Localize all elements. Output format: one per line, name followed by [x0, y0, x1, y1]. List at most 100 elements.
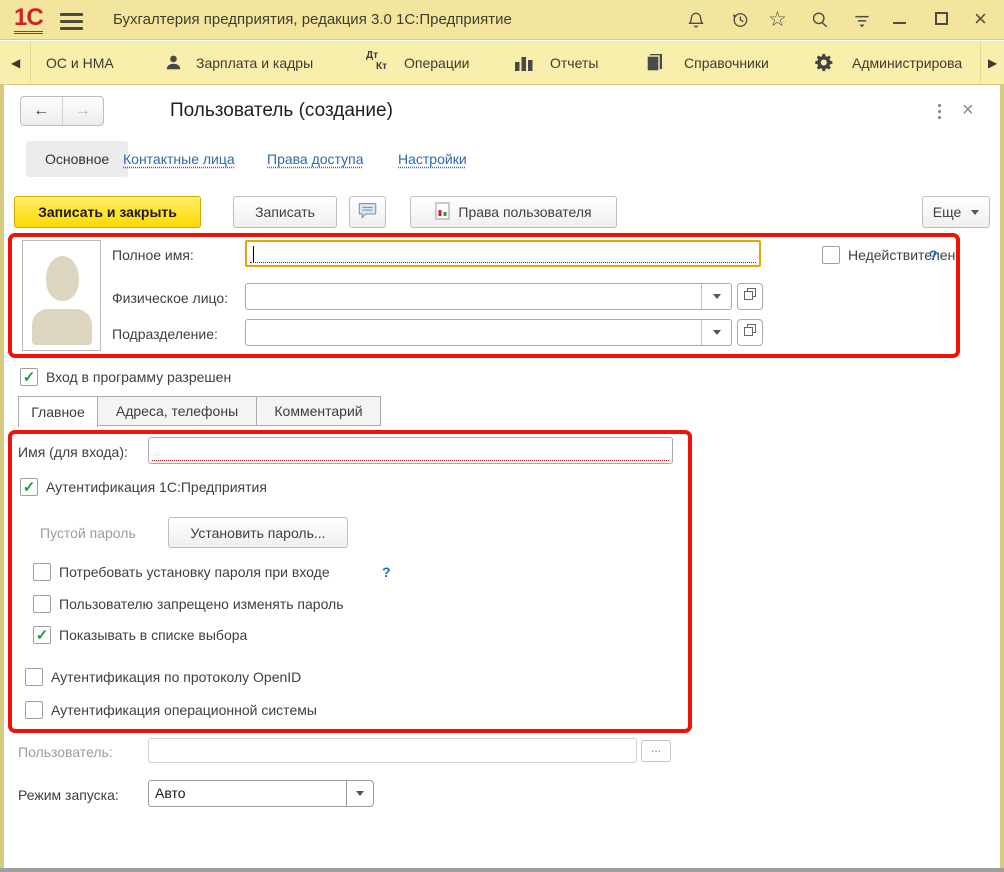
user-rights-button[interactable]: Права пользователя: [410, 196, 617, 228]
back-button[interactable]: ←: [21, 97, 62, 125]
tab-settings[interactable]: Настройки: [398, 141, 467, 177]
department-label: Подразделение:: [112, 326, 218, 342]
window-border: [1000, 85, 1004, 872]
show-in-list-label: Показывать в списке выбора: [59, 627, 247, 643]
os-user-input: [148, 738, 637, 763]
favorites-star-icon[interactable]: ☆: [768, 9, 787, 30]
checkbox-forbid-password-change[interactable]: [33, 595, 51, 613]
gear-icon: [814, 52, 835, 78]
section-salary-hr[interactable]: Зарплата и кадры: [196, 41, 313, 85]
checkbox-os-auth[interactable]: [25, 701, 43, 719]
person-open-button[interactable]: [737, 283, 763, 310]
app-logo-1c: 1С: [14, 5, 43, 34]
openid-auth-label: Аутентификация по протоколу OpenID: [51, 669, 301, 685]
checkbox-openid-auth[interactable]: [25, 668, 43, 686]
checkbox-invalid[interactable]: [822, 246, 840, 264]
app-window: 1С Бухгалтерия предприятия, редакция 3.0…: [0, 0, 1004, 872]
required-marker: [250, 262, 756, 263]
checkbox-auth-1c[interactable]: ✓: [20, 478, 38, 496]
section-operations[interactable]: Операции: [404, 41, 470, 85]
discussion-button[interactable]: [349, 196, 386, 228]
nav-scroll-right-icon[interactable]: ▶: [988, 41, 997, 85]
minimize-icon[interactable]: [893, 22, 906, 24]
chevron-down-icon: [971, 210, 979, 215]
invalid-label: Недействителен: [848, 247, 955, 263]
report-icon: [435, 202, 450, 223]
login-allowed-label: Вход в программу разрешен: [46, 369, 231, 385]
full-name-label: Полное имя:: [112, 247, 194, 263]
person-label: Физическое лицо:: [112, 290, 228, 306]
history-nav-group: ← →: [20, 96, 104, 126]
chat-bubble-icon: [357, 201, 378, 223]
dtkt-icon: Дт Кт: [366, 50, 392, 76]
person-dropdown-button[interactable]: [701, 284, 731, 309]
tab-contact-persons[interactable]: Контактные лица: [123, 141, 235, 177]
forward-button[interactable]: →: [62, 97, 103, 125]
section-administration[interactable]: Администрирова: [852, 41, 980, 85]
chevron-down-icon: [356, 791, 364, 796]
auth-1c-label: Аутентификация 1С:Предприятия: [46, 479, 267, 495]
save-and-close-button[interactable]: Записать и закрыть: [14, 196, 201, 228]
help-link[interactable]: ?: [382, 564, 391, 580]
set-password-button[interactable]: Установить пароль...: [168, 517, 348, 548]
page-title: Пользователь (создание): [170, 100, 393, 122]
books-icon: [642, 52, 664, 79]
main-menu-icon[interactable]: [60, 9, 83, 34]
launch-mode-select[interactable]: Авто: [148, 780, 347, 807]
open-in-window-icon: [743, 323, 757, 342]
department-combo-input[interactable]: [245, 319, 732, 346]
forbid-password-change-label: Пользователю запрещено изменять пароль: [59, 596, 344, 612]
maximize-icon[interactable]: [935, 12, 948, 25]
chevron-down-icon: [713, 294, 721, 299]
form-close-icon[interactable]: ×: [962, 100, 974, 120]
user-avatar[interactable]: [22, 240, 101, 351]
login-name-label: Имя (для входа):: [18, 444, 128, 460]
empty-password-label: Пустой пароль: [40, 525, 136, 541]
section-reports[interactable]: Отчеты: [550, 41, 598, 85]
notifications-bell-icon[interactable]: [684, 8, 708, 32]
history-icon[interactable]: [728, 8, 752, 32]
more-button[interactable]: Еще: [922, 196, 990, 228]
subtab-main[interactable]: Главное: [18, 396, 98, 427]
section-os-nma[interactable]: ОС и НМА: [46, 41, 114, 85]
person-combo-input[interactable]: [245, 283, 732, 310]
annotation-box-auth: [8, 430, 692, 733]
department-open-button[interactable]: [737, 319, 763, 346]
chevron-down-icon: [713, 330, 721, 335]
department-dropdown-button[interactable]: [701, 320, 731, 345]
window-border: [0, 868, 1004, 872]
launch-mode-dropdown-button[interactable]: [346, 780, 374, 807]
checkbox-show-in-list[interactable]: ✓: [33, 626, 51, 644]
save-button[interactable]: Записать: [233, 196, 337, 228]
search-icon[interactable]: [808, 8, 832, 32]
quick-actions-icon[interactable]: [850, 8, 874, 32]
tab-access-rights[interactable]: Права доступа: [267, 141, 363, 177]
window-close-icon[interactable]: ×: [974, 8, 987, 30]
person-icon: [164, 53, 183, 77]
subtab-addresses[interactable]: Адреса, телефоны: [97, 396, 257, 426]
divider: [980, 41, 981, 85]
tab-main[interactable]: Основное: [26, 141, 128, 177]
required-marker: [152, 460, 669, 461]
text-cursor: [253, 246, 254, 263]
section-directories[interactable]: Справочники: [684, 41, 769, 85]
open-in-window-icon: [743, 287, 757, 306]
checkbox-login-allowed[interactable]: ✓: [20, 368, 38, 386]
os-auth-label: Аутентификация операционной системы: [51, 702, 317, 718]
nav-scroll-left-icon[interactable]: ◀: [11, 41, 20, 85]
bar-chart-icon: [514, 54, 534, 77]
os-user-browse-button[interactable]: ...: [641, 740, 671, 762]
window-title: Бухгалтерия предприятия, редакция 3.0 1С…: [113, 0, 512, 40]
window-titlebar: 1С Бухгалтерия предприятия, редакция 3.0…: [0, 0, 1004, 40]
divider: [30, 41, 31, 85]
more-menu-kebab-icon[interactable]: [938, 102, 941, 121]
subtab-comment[interactable]: Комментарий: [256, 396, 381, 426]
sections-navbar: ◀ ОС и НМА Зарплата и кадры Дт Кт Операц…: [0, 41, 1004, 85]
login-name-input[interactable]: [148, 437, 673, 464]
full-name-input[interactable]: [245, 240, 761, 267]
window-border: [0, 85, 4, 872]
checkbox-require-password[interactable]: [33, 563, 51, 581]
help-link[interactable]: ?: [929, 247, 938, 263]
require-password-label: Потребовать установку пароля при входе: [59, 564, 330, 580]
os-user-label: Пользователь:: [18, 744, 113, 760]
